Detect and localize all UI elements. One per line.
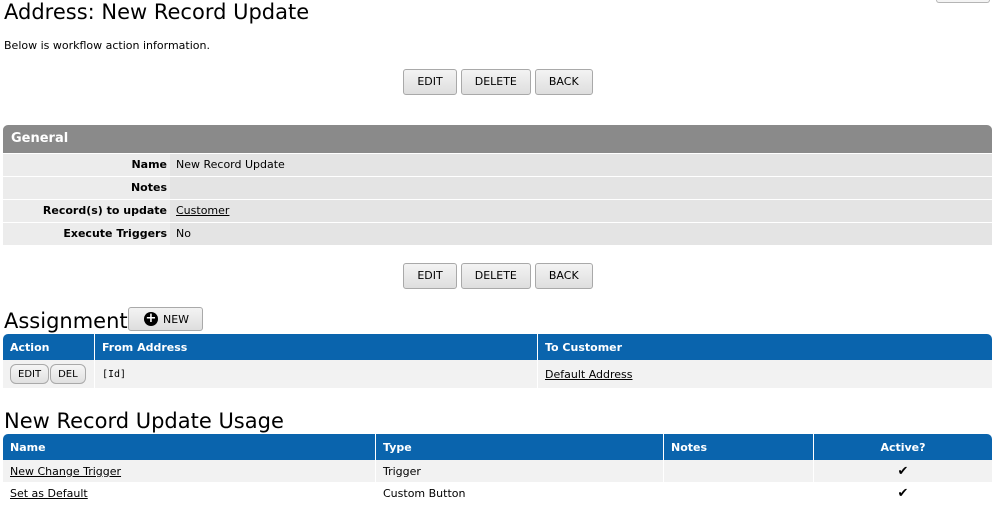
corner-button[interactable] (936, 0, 990, 3)
field-label: Notes (3, 177, 170, 199)
usage-active-cell: ✔ (814, 460, 992, 482)
usage-name-cell: Set as Default (3, 482, 376, 504)
column-header: Name (3, 434, 376, 460)
assignments-title: Assignments (4, 309, 139, 333)
customer-link[interactable]: Customer (176, 204, 229, 217)
general-panel-header: General (3, 125, 992, 153)
column-header: Active? (814, 434, 992, 460)
from-address-cell: [Id] (95, 360, 538, 388)
bottom-action-bar: EDIT DELETE BACK (0, 263, 996, 289)
row-actions: EDIT DEL (3, 360, 95, 388)
general-panel: General Name New Record Update Notes Rec… (3, 125, 992, 245)
field-value: Customer (170, 200, 992, 222)
edit-button[interactable]: EDIT (403, 69, 457, 95)
delete-button[interactable]: DELETE (460, 263, 531, 289)
column-header: Notes (664, 434, 814, 460)
field-row-records: Record(s) to update Customer (3, 200, 992, 222)
usage-type-cell: Custom Button (376, 482, 664, 504)
default-address-link[interactable]: Default Address (545, 368, 633, 381)
edit-button[interactable]: EDIT (403, 263, 457, 289)
top-action-bar: EDIT DELETE BACK (0, 69, 996, 95)
usage-notes-cell (664, 460, 814, 482)
checkmark-icon: ✔ (897, 463, 909, 479)
row-edit-button[interactable]: EDIT (10, 364, 50, 384)
usage-title: New Record Update Usage (4, 409, 284, 433)
field-label: Execute Triggers (3, 223, 170, 245)
usage-name-cell: New Change Trigger (3, 460, 376, 482)
column-header: Type (376, 434, 664, 460)
new-assignment-button[interactable]: + NEW (128, 307, 204, 331)
column-header: From Address (95, 334, 538, 360)
field-value: New Record Update (170, 154, 992, 176)
set-as-default-link[interactable]: Set as Default (10, 487, 88, 500)
field-row-name: Name New Record Update (3, 154, 992, 176)
intro-text: Below is workflow action information. (4, 39, 210, 52)
column-header: To Customer (538, 334, 992, 360)
to-customer-cell: Default Address (538, 360, 992, 388)
field-row-notes: Notes (3, 177, 992, 199)
delete-button[interactable]: DELETE (460, 69, 531, 95)
field-value: No (170, 223, 992, 245)
field-value (170, 177, 992, 199)
usage-notes-cell (664, 482, 814, 504)
field-label: Record(s) to update (3, 200, 170, 222)
back-button[interactable]: BACK (534, 263, 593, 289)
page-title: Address: New Record Update (4, 0, 310, 24)
new-change-trigger-link[interactable]: New Change Trigger (10, 465, 121, 478)
table-row: Set as Default Custom Button ✔ (3, 482, 992, 504)
row-delete-button[interactable]: DEL (50, 364, 86, 384)
table-row: New Change Trigger Trigger ✔ (3, 460, 992, 482)
table-row: EDIT DEL [Id] Default Address (3, 360, 992, 388)
usage-active-cell: ✔ (814, 482, 992, 504)
usage-table: Name Type Notes Active? New Change Trigg… (3, 434, 992, 504)
back-button[interactable]: BACK (534, 69, 593, 95)
field-label: Name (3, 154, 170, 176)
assignments-table: Action From Address To Customer EDIT DEL … (3, 334, 992, 388)
new-button-label: NEW (163, 312, 190, 326)
field-row-execute-triggers: Execute Triggers No (3, 223, 992, 245)
column-header: Action (3, 334, 95, 360)
checkmark-icon: ✔ (897, 485, 909, 501)
usage-type-cell: Trigger (376, 460, 664, 482)
plus-circle-icon: + (144, 311, 158, 326)
